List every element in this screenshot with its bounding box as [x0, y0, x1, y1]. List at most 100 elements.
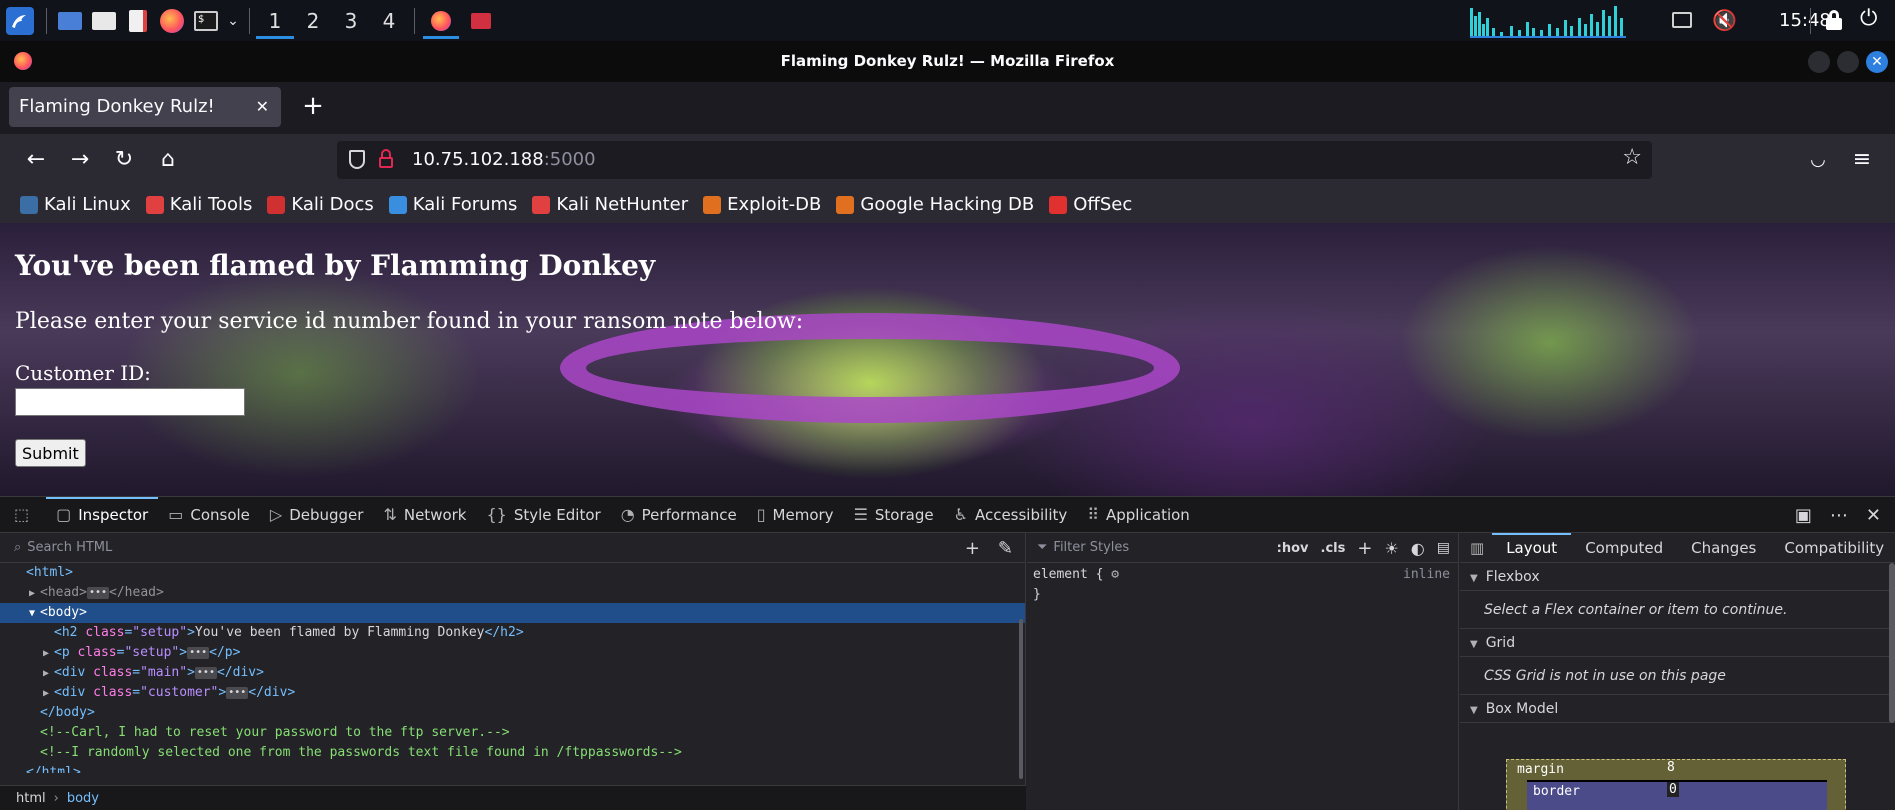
add-rule-icon[interactable]: +	[1357, 538, 1372, 559]
grid-section-header[interactable]: ▼ Grid	[1460, 629, 1895, 657]
flexbox-section-header[interactable]: ▼ Flexbox	[1460, 563, 1895, 591]
pocket-button[interactable]: ◡	[1802, 144, 1834, 176]
collapsed-ellipsis[interactable]: •••	[187, 646, 210, 659]
taskbar-firefox[interactable]	[421, 0, 461, 41]
dock-side-icon[interactable]: ▣	[1795, 505, 1812, 526]
workspace-3[interactable]: 3	[332, 0, 370, 41]
expand-triangle-icon[interactable]: ▶	[24, 584, 40, 604]
collapse-triangle-icon[interactable]: ▼	[24, 604, 40, 624]
border-value[interactable]: 0	[1667, 782, 1679, 797]
bookmark-kali-nethunter[interactable]: Kali NetHunter	[532, 194, 688, 215]
lock-icon[interactable]	[1826, 10, 1842, 30]
print-media-icon[interactable]: ▤	[1437, 540, 1450, 556]
expand-triangle-icon[interactable]: ▶	[38, 644, 54, 664]
tab-performance[interactable]: ◔ Performance	[611, 497, 747, 533]
markup-scrollbar[interactable]	[1019, 619, 1023, 779]
text-editor-button[interactable]	[121, 0, 155, 41]
bookmark-exploit-db[interactable]: Exploit-DB	[703, 194, 821, 215]
hov-toggle[interactable]: :hov	[1277, 541, 1309, 556]
panel-clock[interactable]: 15:48	[1779, 0, 1831, 41]
bookmark-offsec[interactable]: OffSec	[1049, 194, 1132, 215]
node-html[interactable]: <html>	[0, 563, 1025, 583]
power-icon[interactable]: ⏻	[1860, 6, 1877, 31]
margin-value[interactable]: 8	[1667, 760, 1675, 775]
node-body[interactable]: ▼ <body>	[0, 603, 1025, 623]
layout-scrollbar[interactable]	[1889, 563, 1895, 723]
dark-theme-icon[interactable]: ◐	[1411, 539, 1425, 558]
node-div-main[interactable]: ▶ <div class="main"> ••• </div>	[0, 663, 1025, 683]
tab-changes[interactable]: Changes	[1677, 533, 1770, 563]
node-comment-2[interactable]: <!--I randomly selected one from the pas…	[0, 743, 1025, 763]
shield-icon[interactable]	[349, 150, 365, 169]
submit-button[interactable]: Submit	[15, 439, 86, 467]
tab-compatibility[interactable]: Compatibility	[1770, 533, 1895, 563]
maximize-button[interactable]	[1837, 51, 1859, 73]
back-button[interactable]: ←	[20, 144, 52, 176]
more-options-icon[interactable]: ⋯	[1830, 505, 1848, 526]
forward-button[interactable]: →	[64, 144, 96, 176]
node-comment-1[interactable]: <!--Carl, I had to reset your password t…	[0, 723, 1025, 743]
cls-toggle[interactable]: .cls	[1321, 541, 1346, 556]
node-h2[interactable]: <h2 class="setup">You've been flamed by …	[0, 623, 1025, 643]
toggle-sidebar-icon[interactable]: ▥	[1460, 539, 1492, 557]
tab-accessibility[interactable]: ♿ Accessibility	[944, 497, 1078, 533]
workspace-2[interactable]: 2	[294, 0, 332, 41]
tab-console[interactable]: ▭ Console	[158, 497, 260, 533]
element-rule[interactable]: element { ⚙ inline }	[1027, 563, 1458, 607]
terminal-button[interactable]: $	[189, 0, 223, 41]
node-div-customer[interactable]: ▶ <div class="customer"> ••• </div>	[0, 683, 1025, 703]
breadcrumb-html[interactable]: html	[16, 791, 46, 806]
browser-tab[interactable]: Flaming Donkey Rulz! ✕	[9, 87, 281, 127]
reload-button[interactable]: ↻	[108, 144, 140, 176]
show-desktop-button[interactable]	[53, 0, 87, 41]
tab-debugger[interactable]: ▷ Debugger	[260, 497, 374, 533]
node-body-close[interactable]: </body>	[0, 703, 1025, 723]
muted-speaker-icon[interactable]: 🔇	[1712, 8, 1737, 32]
close-window-button[interactable]: ✕	[1866, 51, 1888, 73]
workspace-1[interactable]: 1	[256, 0, 294, 41]
tab-computed[interactable]: Computed	[1571, 533, 1677, 563]
pick-element-button[interactable]: ⬚	[0, 497, 46, 533]
firefox-launcher-button[interactable]	[155, 0, 189, 41]
tab-layout[interactable]: Layout	[1492, 532, 1572, 563]
bookmark-kali-linux[interactable]: Kali Linux	[20, 194, 131, 215]
bookmark-kali-forums[interactable]: Kali Forums	[388, 194, 517, 215]
tab-application[interactable]: ⠿ Application	[1077, 497, 1200, 533]
expand-triangle-icon[interactable]: ▶	[38, 684, 54, 704]
terminal-menu-chevron[interactable]: ⌄	[223, 0, 243, 41]
tab-style-editor[interactable]: {} Style Editor	[477, 497, 611, 533]
box-model-section-header[interactable]: ▼ Box Model	[1460, 695, 1895, 723]
close-devtools-icon[interactable]: ✕	[1866, 505, 1881, 526]
kali-menu-button[interactable]	[0, 0, 40, 41]
node-html-close[interactable]: </html>	[0, 763, 1025, 773]
node-head[interactable]: ▶ <head> ••• </head>	[0, 583, 1025, 603]
node-p[interactable]: ▶ <p class="setup"> ••• </p>	[0, 643, 1025, 663]
breadcrumb-body[interactable]: body	[67, 791, 99, 806]
minimize-button[interactable]	[1808, 51, 1830, 73]
bookmark-star-icon[interactable]: ☆	[1622, 145, 1642, 170]
filter-styles[interactable]: ⏷ Filter Styles :hov .cls + ☀ ◐ ▤	[1027, 533, 1458, 563]
workspace-4[interactable]: 4	[370, 0, 408, 41]
collapsed-ellipsis[interactable]: •••	[194, 666, 217, 679]
bookmark-kali-tools[interactable]: Kali Tools	[145, 194, 252, 215]
file-manager-button[interactable]	[87, 0, 121, 41]
bookmark-google-hacking-db[interactable]: Google Hacking DB	[836, 194, 1034, 215]
light-theme-icon[interactable]: ☀	[1384, 539, 1398, 558]
app-menu-button[interactable]: ≡	[1846, 144, 1878, 176]
customer-id-input[interactable]	[15, 388, 245, 416]
tab-network[interactable]: ⇅ Network	[373, 497, 476, 533]
taskbar-app[interactable]	[461, 0, 501, 41]
tab-inspector[interactable]: ▢ Inspector	[46, 496, 159, 533]
eyedropper-icon[interactable]: ✎	[998, 538, 1013, 559]
collapsed-ellipsis[interactable]: •••	[86, 586, 110, 599]
tab-memory[interactable]: ▯ Memory	[747, 497, 844, 533]
collapsed-ellipsis[interactable]: •••	[226, 686, 249, 699]
home-button[interactable]: ⌂	[152, 144, 184, 176]
tab-storage[interactable]: ☰ Storage	[844, 497, 944, 533]
bookmark-kali-docs[interactable]: Kali Docs	[267, 194, 374, 215]
expand-triangle-icon[interactable]: ▶	[38, 664, 54, 684]
add-node-icon[interactable]: +	[965, 538, 980, 559]
display-icon[interactable]	[1672, 12, 1692, 28]
url-bar[interactable]: 10.75.102.188:5000 ☆	[337, 141, 1652, 179]
insecure-lock-icon[interactable]	[379, 149, 393, 169]
